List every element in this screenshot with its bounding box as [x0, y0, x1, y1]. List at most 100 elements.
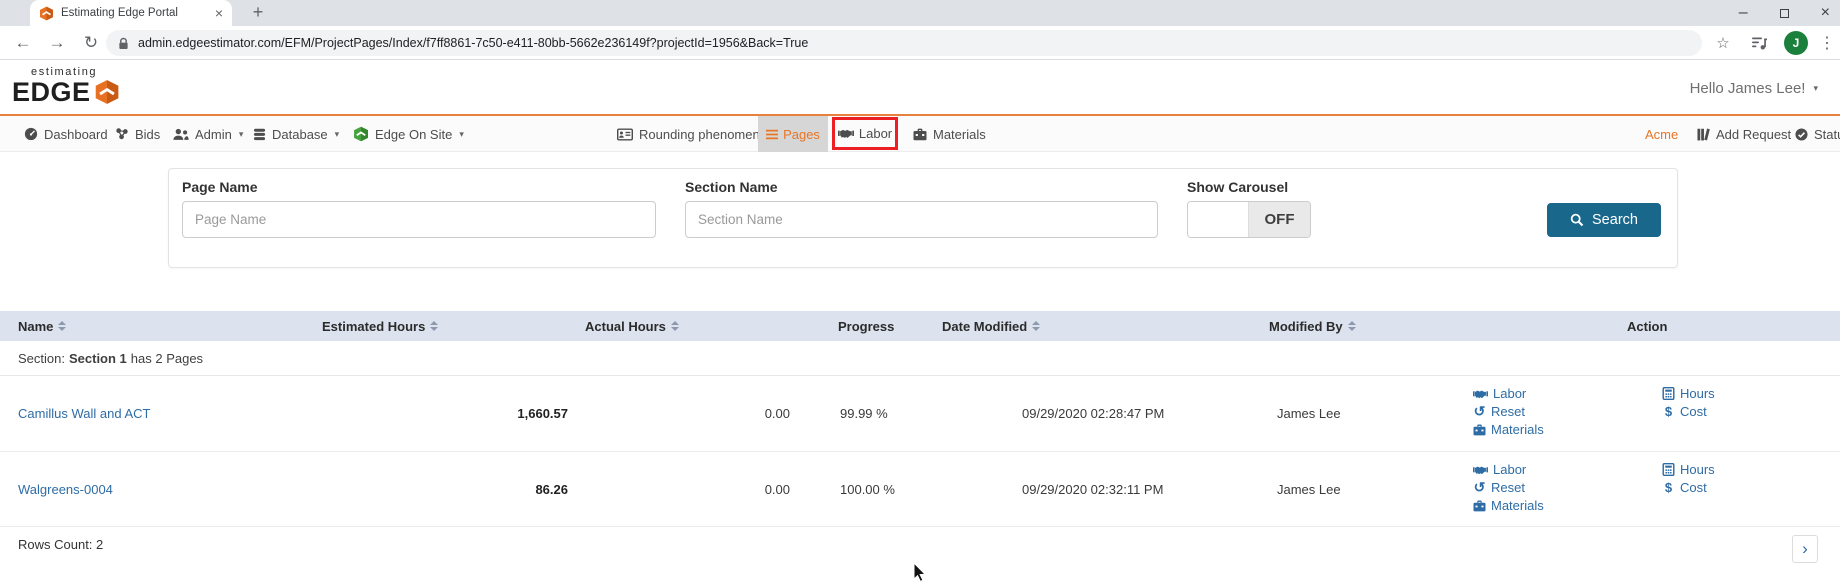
- browser-tab[interactable]: Estimating Edge Portal ×: [30, 0, 232, 26]
- reload-icon[interactable]: ↻: [78, 26, 104, 59]
- logo-wordmark: EDGE: [12, 78, 91, 106]
- logo-cube-icon: [94, 79, 120, 105]
- greeting-text: Hello James Lee!: [1690, 80, 1806, 97]
- materials-link[interactable]: Materials: [1473, 498, 1544, 513]
- nav-status[interactable]: Status: [1795, 116, 1840, 152]
- close-icon[interactable]: ×: [1821, 4, 1830, 22]
- progress-value: 99.99 %: [840, 406, 888, 421]
- mouse-cursor: [913, 562, 927, 582]
- restore-icon[interactable]: [1780, 9, 1789, 18]
- browser-menu-dots-icon[interactable]: ⋮: [1814, 26, 1840, 59]
- toggle-knob: [1188, 202, 1249, 237]
- list-bars-icon: [766, 129, 778, 140]
- address-bar[interactable]: admin.edgeestimator.com/EFM/ProjectPages…: [106, 30, 1702, 56]
- progress-value: 100.00 %: [840, 482, 895, 497]
- check-circle-icon: [1795, 128, 1808, 141]
- dashboard-icon: [24, 127, 38, 141]
- user-greeting-menu[interactable]: Hello James Lee! ▾: [1690, 80, 1818, 97]
- forward-icon[interactable]: →: [44, 26, 70, 59]
- nav-database[interactable]: Database ▾: [253, 116, 339, 152]
- database-icon: [253, 128, 266, 141]
- column-header-progress: Progress: [838, 311, 894, 341]
- sort-icon: [671, 321, 679, 331]
- bookmark-star-icon[interactable]: ☆: [1710, 26, 1736, 59]
- id-card-icon: [617, 128, 633, 141]
- modified-by-value: James Lee: [1277, 406, 1341, 421]
- rows-count-label: Rows Count: 2: [18, 537, 103, 552]
- toggle-state-label: OFF: [1249, 202, 1310, 237]
- column-header-estimated-hours[interactable]: Estimated Hours: [322, 311, 438, 341]
- minimize-icon[interactable]: –: [1739, 4, 1748, 22]
- nav-bids[interactable]: Bids: [115, 116, 160, 152]
- nav-admin[interactable]: Admin ▾: [173, 116, 243, 152]
- hours-link[interactable]: Hours: [1662, 386, 1715, 401]
- sort-icon: [1348, 321, 1356, 331]
- show-carousel-toggle[interactable]: OFF: [1187, 201, 1311, 238]
- action-links-primary: Labor ↺ Reset Materials: [1473, 386, 1544, 437]
- app-header: estimating EDGE Hello James Lee! ▾: [0, 60, 1840, 114]
- nav-add-request[interactable]: Add Request: [1697, 116, 1791, 152]
- section-name-label: Section Name: [685, 179, 778, 195]
- nav-pages-active[interactable]: Pages: [758, 116, 828, 152]
- media-icon: [1752, 36, 1767, 50]
- section-group-row: Section: Section 1 has 2 Pages: [0, 341, 1840, 376]
- nav-rounding-phenomenon[interactable]: Rounding phenomenon: [617, 116, 774, 152]
- nav-edge-on-site[interactable]: Edge On Site ▾: [353, 116, 464, 152]
- chevron-down-icon: ▾: [1813, 83, 1818, 94]
- nav-labor-highlighted[interactable]: Labor: [832, 117, 898, 150]
- estimated-hours-value: 1,660.57: [368, 406, 568, 421]
- green-cube-icon: [353, 126, 369, 142]
- tab-close-icon[interactable]: ×: [215, 6, 223, 20]
- cost-link[interactable]: $ Cost: [1662, 480, 1715, 495]
- column-header-modified-by[interactable]: Modified By: [1269, 311, 1356, 341]
- reset-link[interactable]: ↺ Reset: [1473, 404, 1544, 419]
- browser-titlebar: Estimating Edge Portal × + – ×: [0, 0, 1840, 26]
- toolbox-icon: [1473, 500, 1486, 512]
- section-name: Section 1: [69, 351, 127, 366]
- new-tab-button[interactable]: +: [248, 3, 268, 23]
- tab-title: Estimating Edge Portal: [61, 7, 208, 19]
- filter-panel: Page Name Section Name Show Carousel OFF…: [168, 168, 1678, 268]
- dollar-icon: $: [1662, 480, 1675, 495]
- date-modified-value: 09/29/2020 02:28:47 PM: [1022, 406, 1164, 421]
- url-text: admin.edgeestimator.com/EFM/ProjectPages…: [138, 36, 808, 50]
- page-name-input[interactable]: [182, 201, 656, 238]
- column-header-actual-hours[interactable]: Actual Hours: [585, 311, 679, 341]
- column-header-name[interactable]: Name: [18, 311, 66, 341]
- reset-link[interactable]: ↺ Reset: [1473, 480, 1544, 495]
- column-header-date-modified[interactable]: Date Modified: [942, 311, 1040, 341]
- search-button[interactable]: Search: [1547, 203, 1661, 237]
- nav-dashboard[interactable]: Dashboard: [24, 116, 108, 152]
- labor-link[interactable]: Labor: [1473, 462, 1544, 477]
- table-row: Walgreens-0004 86.26 0.00 100.00 % 09/29…: [0, 452, 1840, 527]
- page-link[interactable]: Camillus Wall and ACT: [18, 406, 150, 421]
- actual-hours-value: 0.00: [640, 482, 790, 497]
- dollar-icon: $: [1662, 404, 1675, 419]
- action-links-secondary: Hours $ Cost: [1662, 462, 1715, 495]
- hours-link[interactable]: Hours: [1662, 462, 1715, 477]
- calculator-icon: [1662, 387, 1675, 400]
- page-link[interactable]: Walgreens-0004: [18, 482, 113, 497]
- tab-favicon-cube-icon: [39, 6, 54, 21]
- nav-acme[interactable]: Acme: [1645, 116, 1678, 152]
- handshake-icon: [838, 128, 854, 139]
- actual-hours-value: 0.00: [640, 406, 790, 421]
- window-controls: – ×: [1739, 0, 1830, 26]
- materials-link[interactable]: Materials: [1473, 422, 1544, 437]
- nav-materials[interactable]: Materials: [913, 116, 986, 152]
- search-icon: [1570, 213, 1584, 227]
- media-controls-icon[interactable]: [1746, 26, 1772, 59]
- section-name-input[interactable]: [685, 201, 1158, 238]
- labor-link[interactable]: Labor: [1473, 386, 1544, 401]
- browser-toolbar: ← → ↻ admin.edgeestimator.com/EFM/Projec…: [0, 26, 1840, 60]
- app-logo[interactable]: estimating EDGE: [12, 66, 120, 106]
- profile-avatar[interactable]: J: [1784, 31, 1808, 55]
- estimated-hours-value: 86.26: [368, 482, 568, 497]
- cost-link[interactable]: $ Cost: [1662, 404, 1715, 419]
- browser-window: Estimating Edge Portal × + – × ← → ↻ adm…: [0, 0, 1840, 584]
- column-header-action: Action: [1627, 311, 1667, 341]
- toolbox-icon: [1473, 424, 1486, 436]
- back-icon[interactable]: ←: [10, 26, 36, 59]
- chevron-down-icon: ▾: [335, 129, 340, 140]
- next-page-button[interactable]: ›: [1792, 535, 1818, 563]
